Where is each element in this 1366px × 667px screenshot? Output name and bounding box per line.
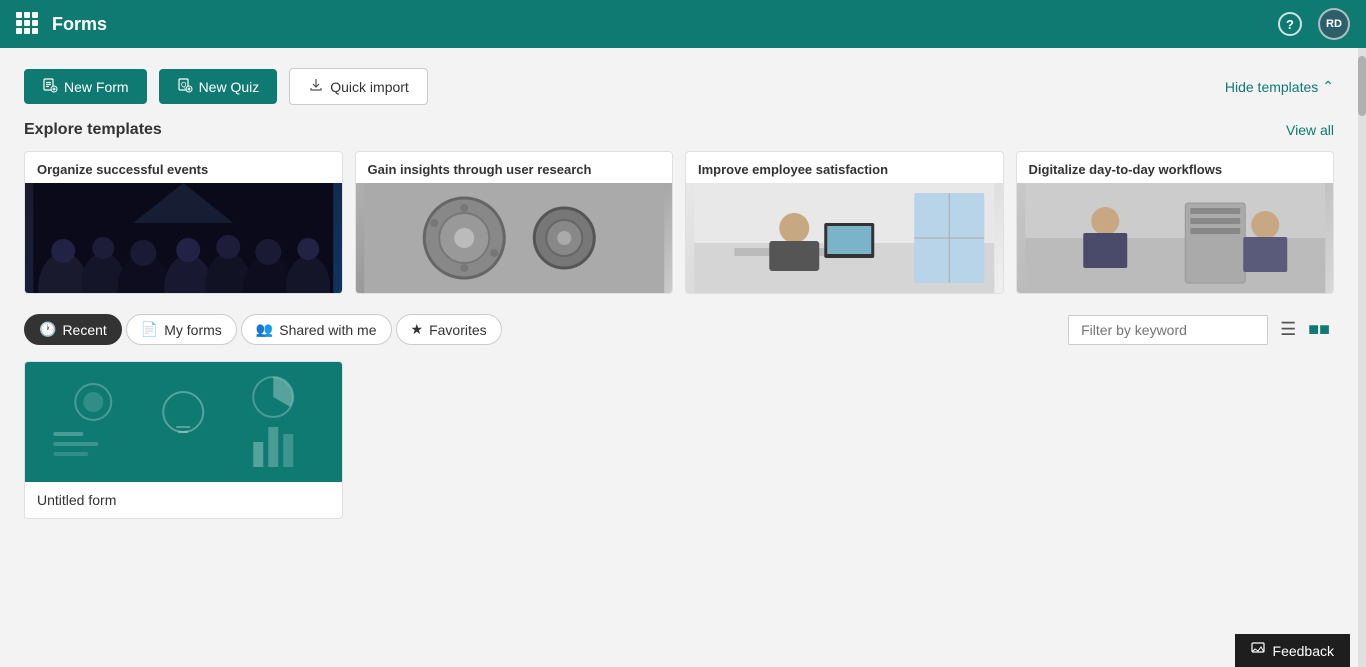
tab-shared-with-me[interactable]: 👥 Shared with me	[241, 314, 392, 345]
tab-shared-label: Shared with me	[279, 322, 376, 338]
new-form-icon	[42, 77, 58, 96]
template-card-employee[interactable]: Improve employee satisfaction	[685, 151, 1004, 294]
clock-icon: 🕐	[39, 321, 56, 338]
list-view-button[interactable]: ☰	[1276, 315, 1300, 344]
template-card-events-title: Organize successful events	[25, 152, 342, 183]
people-icon: 👥	[256, 321, 273, 338]
template-card-employee-title: Improve employee satisfaction	[686, 152, 1003, 183]
document-icon: 📄	[141, 321, 158, 338]
template-card-research-title: Gain insights through user research	[356, 152, 673, 183]
tabs-row: 🕐 Recent 📄 My forms 👥 Shared with me ★ F…	[24, 314, 1334, 345]
tab-my-forms-label: My forms	[164, 322, 222, 338]
quick-import-button[interactable]: Quick import	[289, 68, 428, 105]
quick-import-icon	[308, 77, 324, 96]
templates-section: Explore templates View all Organize succ…	[24, 121, 1334, 294]
view-toggle: ☰ ■■	[1276, 315, 1334, 344]
form-card-body: Untitled form	[25, 482, 342, 518]
help-icon[interactable]: ?	[1278, 12, 1302, 36]
template-card-employee-image	[686, 183, 1003, 293]
tabs-right-controls: ☰ ■■	[1068, 315, 1334, 345]
action-bar: New Form Q New Quiz	[24, 48, 1334, 121]
new-quiz-icon: Q	[177, 77, 193, 96]
grid-view-button[interactable]: ■■	[1304, 315, 1334, 344]
filter-input[interactable]	[1068, 315, 1268, 345]
quick-import-label: Quick import	[330, 79, 409, 95]
templates-header: Explore templates View all	[24, 121, 1334, 139]
view-all-button[interactable]: View all	[1286, 122, 1334, 138]
chevron-up-icon: ⌃	[1322, 78, 1334, 95]
header-right: ? RD	[1278, 8, 1350, 40]
template-card-events[interactable]: Organize successful events	[24, 151, 343, 294]
scrollbar-thumb[interactable]	[1358, 56, 1366, 116]
form-card-untitled-title: Untitled form	[37, 492, 330, 508]
hide-templates-button[interactable]: Hide templates ⌃	[1225, 78, 1334, 95]
form-card-untitled[interactable]: Untitled form	[24, 361, 343, 519]
tab-my-forms[interactable]: 📄 My forms	[126, 314, 237, 345]
avatar[interactable]: RD	[1318, 8, 1350, 40]
template-card-digitalize-image	[1017, 183, 1334, 293]
star-icon: ★	[411, 321, 424, 338]
templates-title: Explore templates	[24, 121, 162, 139]
tab-recent-label: Recent	[62, 322, 106, 338]
template-card-digitalize[interactable]: Digitalize day-to-day workflows	[1016, 151, 1335, 294]
new-quiz-label: New Quiz	[199, 79, 260, 95]
feedback-label: Feedback	[1273, 643, 1334, 659]
tab-favorites[interactable]: ★ Favorites	[396, 314, 502, 345]
app-header: Forms ? RD	[0, 0, 1366, 48]
tab-favorites-label: Favorites	[429, 322, 487, 338]
template-card-digitalize-title: Digitalize day-to-day workflows	[1017, 152, 1334, 183]
hide-templates-label: Hide templates	[1225, 79, 1318, 95]
feedback-icon	[1251, 642, 1265, 659]
form-card-untitled-image	[25, 362, 342, 482]
templates-grid: Organize successful events	[24, 151, 1334, 294]
app-title: Forms	[52, 14, 1278, 35]
new-form-label: New Form	[64, 79, 129, 95]
template-card-events-image	[25, 183, 342, 293]
scrollbar-track[interactable]	[1358, 48, 1366, 667]
tab-recent[interactable]: 🕐 Recent	[24, 314, 122, 345]
feedback-button[interactable]: Feedback	[1235, 634, 1350, 667]
forms-grid: Untitled form	[24, 361, 1334, 519]
main-content: New Form Q New Quiz	[0, 48, 1358, 667]
new-quiz-button[interactable]: Q New Quiz	[159, 69, 278, 104]
template-card-research-image	[356, 183, 673, 293]
app-launcher-icon[interactable]	[16, 12, 40, 36]
template-card-research[interactable]: Gain insights through user research	[355, 151, 674, 294]
new-form-button[interactable]: New Form	[24, 69, 147, 104]
